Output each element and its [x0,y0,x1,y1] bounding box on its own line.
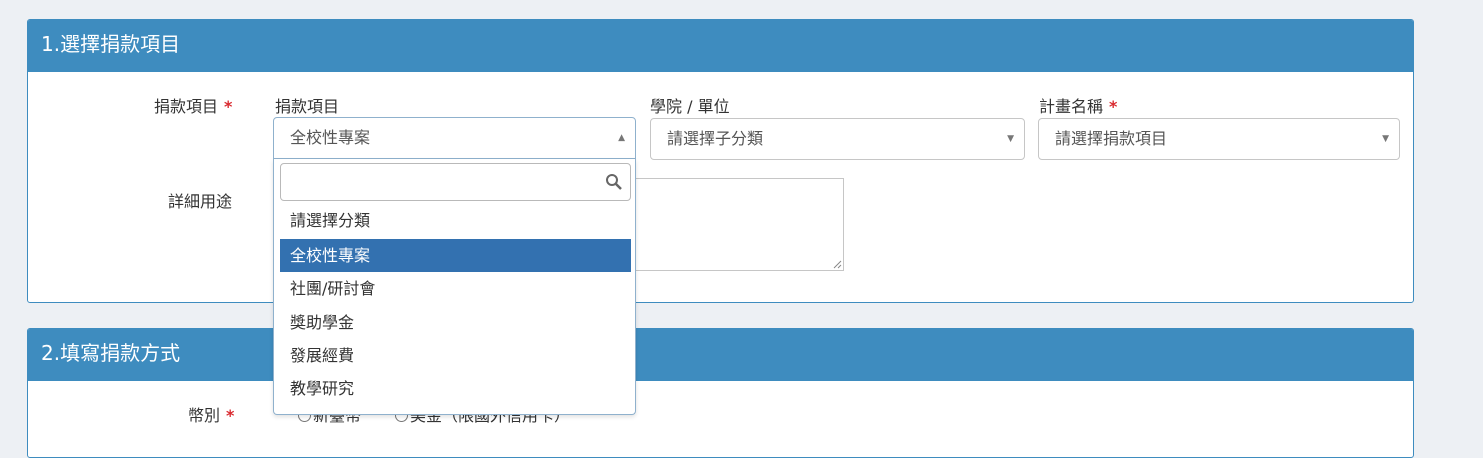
donation-item-select-value: 全校性專案 [290,128,371,147]
donation-item-panel: 1.選擇捐款項目 捐款項目 * 捐款項目 學院 / 單位 計畫名稱 * 詳細用途 請… [27,19,1414,303]
college-select[interactable]: 請選擇子分類 ▼ [650,118,1025,160]
college-field-label: 學院 / 單位 [650,97,730,116]
dropdown-option-highlighted[interactable]: 全校性專案 [280,239,631,272]
donation-item-dropdown: 請選擇分類 全校性專案 社團/研討會 獎助學金 發展經費 教學研究 [273,159,636,415]
project-select[interactable]: 請選擇捐款項目 ▼ [1038,118,1400,160]
search-icon [606,174,622,190]
dropdown-option[interactable]: 請選擇分類 [280,204,631,237]
caret-down-icon: ▼ [1007,134,1014,144]
dropdown-option[interactable]: 教學研究 [280,372,631,405]
project-field-label-text: 計畫名稱 [1039,97,1104,116]
caret-down-icon: ▼ [1382,134,1389,144]
project-field-label: 計畫名稱 * [1039,93,1117,117]
donation-item-row-label-text: 捐款項目 [154,97,219,116]
dropdown-option[interactable]: 社團/研討會 [280,272,631,305]
donation-item-select[interactable]: 全校性專案 ▲ [273,117,636,159]
required-mark: * [1109,97,1118,116]
college-select-value: 請選擇子分類 [667,129,764,148]
currency-label-text: 幣別 [188,406,221,425]
section-1-title: 1.選擇捐款項目 [28,20,1413,72]
currency-label: 幣別 * [188,402,234,426]
payment-method-panel: 2.填寫捐款方式 幣別 * 新臺幣 美金（限國外信用卡） [27,328,1414,458]
dropdown-search-input[interactable] [280,163,631,201]
donation-item-field-label: 捐款項目 [275,97,340,116]
resize-grip-icon[interactable] [832,259,842,269]
caret-up-icon: ▲ [618,133,625,143]
dropdown-option[interactable]: 獎助學金 [280,306,631,339]
donation-item-row-label: 捐款項目 * [154,93,232,117]
dropdown-option[interactable]: 發展經費 [280,339,631,372]
required-mark: * [224,97,233,116]
project-select-value: 請選擇捐款項目 [1055,129,1168,148]
section-2-title: 2.填寫捐款方式 [28,329,1413,381]
required-mark: * [226,406,235,425]
purpose-label: 詳細用途 [168,192,233,211]
